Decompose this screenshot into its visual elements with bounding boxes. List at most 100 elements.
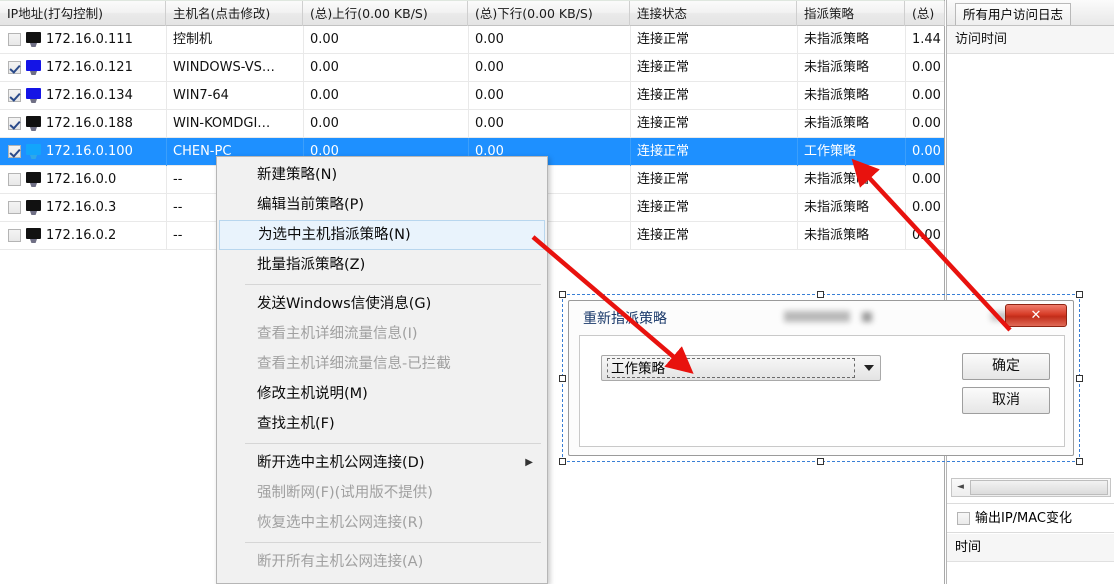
cell-tot: 0.00	[912, 144, 941, 159]
policy-select[interactable]: 工作策略	[601, 355, 881, 381]
column-header-up[interactable]: (总)上行(0.00 KB/S)	[303, 1, 468, 26]
cancel-button[interactable]: 取消	[962, 387, 1050, 414]
cell-up: 0.00	[310, 60, 339, 75]
cell-stat: 连接正常	[637, 32, 690, 47]
menu-item-label: 编辑当前策略(P)	[257, 197, 365, 213]
submenu-arrow-icon: ▶	[525, 457, 533, 468]
cell-divider	[797, 54, 798, 82]
menu-item-label: 查找主机(F)	[257, 416, 335, 432]
cell-tot: 0.00	[912, 172, 941, 187]
table-row[interactable]: 172.16.0.188 WIN-KOMDGI… 0.00 0.00 连接正常 未指派策略…	[0, 110, 944, 138]
menu-item[interactable]: 为选中主机指派策略(N)	[219, 220, 545, 250]
output-ipmac-change-row[interactable]: 输出IP/MAC变化	[947, 503, 1114, 533]
cell-divider	[630, 110, 631, 138]
cell-divider	[797, 166, 798, 194]
resize-handle-e[interactable]	[1076, 375, 1083, 382]
resize-handle-w[interactable]	[559, 375, 566, 382]
cell-divider	[630, 26, 631, 54]
cell-divider	[905, 26, 906, 54]
cell-divider	[797, 82, 798, 110]
menu-item[interactable]: 发送Windows信使消息(G)	[217, 289, 547, 319]
menu-separator	[245, 443, 541, 444]
table-row[interactable]: 172.16.0.111 控制机 0.00 0.00 连接正常 未指派策略 1.44	[0, 26, 944, 54]
column-header-name[interactable]: 主机名(点击修改)	[166, 1, 303, 26]
column-header-ip[interactable]: IP地址(打勾控制)	[0, 1, 166, 26]
cell-divider	[303, 110, 304, 138]
menu-item[interactable]: 新建策略(N)	[217, 160, 547, 190]
cell-tot: 0.00	[912, 200, 941, 215]
cell-divider	[630, 82, 631, 110]
cell-ip: 172.16.0.188	[46, 116, 133, 131]
cell-down: 0.00	[475, 60, 504, 75]
cell-tot: 0.00	[912, 228, 941, 243]
cell-down: 0.00	[475, 88, 504, 103]
menu-item-label: 新建策略(N)	[257, 167, 338, 183]
resize-handle-nw[interactable]	[559, 291, 566, 298]
menu-item-label: 修改主机说明(M)	[257, 386, 368, 402]
table-row[interactable]: 172.16.0.121 WINDOWS-VS… 0.00 0.00 连接正常 未指派策略…	[0, 54, 944, 82]
cell-ip: 172.16.0.121	[46, 60, 133, 75]
cell-name: WINDOWS-VS…	[173, 60, 275, 75]
cell-divider	[797, 194, 798, 222]
menu-item[interactable]: 断开选中主机公网连接(D) ▶	[217, 448, 547, 478]
cell-stat: 连接正常	[637, 200, 690, 215]
cell-stat: 连接正常	[637, 88, 690, 103]
cell-up: 0.00	[310, 32, 339, 47]
cell-divider	[303, 54, 304, 82]
column-header-down[interactable]: (总)下行(0.00 KB/S)	[468, 1, 630, 26]
cell-divider	[166, 138, 167, 166]
menu-item: 查看主机详细流量信息(I)	[217, 319, 547, 349]
table-header-row: IP地址(打勾控制) 主机名(点击修改) (总)上行(0.00 KB/S) (总)下行…	[0, 0, 945, 26]
close-icon[interactable]: ✕	[1005, 304, 1067, 327]
menu-item[interactable]: 修改主机说明(M)	[217, 379, 547, 409]
scroll-left-icon[interactable]: ◄	[952, 479, 969, 496]
cell-divider	[905, 110, 906, 138]
output-ipmac-checkbox[interactable]	[957, 512, 970, 525]
cell-down: 0.00	[475, 32, 504, 47]
cell-divider	[166, 110, 167, 138]
cell-divider	[797, 138, 798, 166]
cell-divider	[166, 222, 167, 250]
cell-tot: 0.00	[912, 116, 941, 131]
column-header-tot[interactable]: (总)	[905, 1, 945, 26]
resize-handle-sw[interactable]	[559, 458, 566, 465]
column-header-stat[interactable]: 连接状态	[630, 1, 797, 26]
resize-handle-se[interactable]	[1076, 458, 1083, 465]
menu-item: 查看主机详细流量信息-已拦截	[217, 349, 547, 379]
log-horizontal-scrollbar[interactable]: ◄	[951, 478, 1111, 497]
cell-divider	[166, 26, 167, 54]
cell-divider	[166, 166, 167, 194]
dialog-content-group: 工作策略 确定 取消	[579, 335, 1065, 447]
resize-handle-s[interactable]	[817, 458, 824, 465]
cell-pol: 工作策略	[804, 144, 857, 159]
cell-ip: 172.16.0.134	[46, 88, 133, 103]
cell-pol: 未指派策略	[804, 116, 870, 131]
cell-divider	[797, 222, 798, 250]
menu-item[interactable]: 批量指派策略(Z)	[217, 250, 547, 280]
tab-all-user-access-log[interactable]: 所有用户访问日志	[955, 3, 1072, 25]
table-row[interactable]: 172.16.0.134 WIN7-64 0.00 0.00 连接正常 未指派策略 0.00	[0, 82, 944, 110]
cell-divider	[468, 110, 469, 138]
menu-item[interactable]: 编辑当前策略(P)	[217, 190, 547, 220]
policy-select-value: 工作策略	[607, 358, 855, 378]
chevron-down-icon[interactable]	[864, 365, 874, 371]
cell-pol: 未指派策略	[804, 88, 870, 103]
cell-divider	[630, 138, 631, 166]
resize-handle-n[interactable]	[817, 291, 824, 298]
resize-handle-ne[interactable]	[1076, 291, 1083, 298]
cell-name: WIN-KOMDGI…	[173, 116, 271, 131]
cell-ip: 172.16.0.0	[46, 172, 117, 187]
app-window: IP地址(打勾控制) 主机名(点击修改) (总)上行(0.00 KB/S) (总)下行…	[0, 0, 1114, 584]
cell-divider	[905, 82, 906, 110]
scrollbar-thumb[interactable]	[970, 480, 1108, 495]
confirm-button[interactable]: 确定	[962, 353, 1050, 380]
cell-divider	[905, 194, 906, 222]
cell-divider	[905, 166, 906, 194]
cell-divider	[468, 26, 469, 54]
cell-divider	[630, 194, 631, 222]
menu-item-label: 为选中主机指派策略(N)	[258, 227, 411, 243]
menu-item[interactable]: 查找主机(F)	[217, 409, 547, 439]
cell-divider	[303, 26, 304, 54]
column-header-pol[interactable]: 指派策略	[797, 1, 905, 26]
context-menu[interactable]: 新建策略(N) 编辑当前策略(P) 为选中主机指派策略(N) 批量指派策略(Z) 发送W…	[216, 156, 548, 584]
